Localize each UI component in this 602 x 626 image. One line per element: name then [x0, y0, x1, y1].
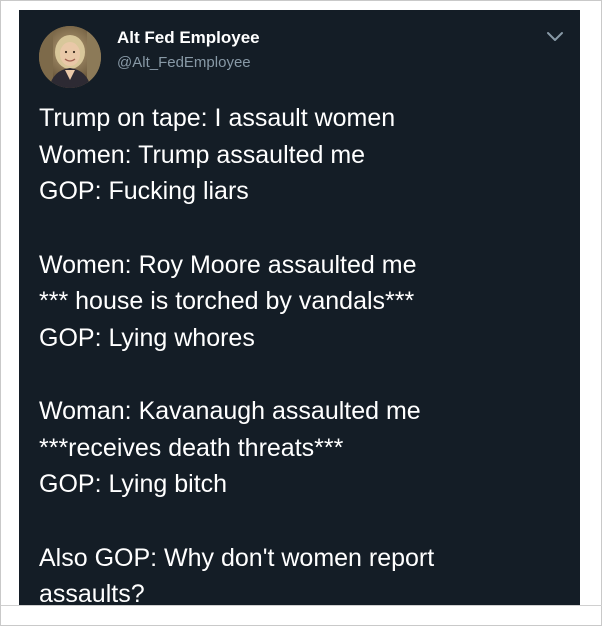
chevron-down-icon[interactable] — [545, 28, 565, 44]
tweet-text: Trump on tape: I assault women Women: Tr… — [39, 100, 569, 606]
tweet-paragraph: Woman: Kavanaugh assaulted me ***receive… — [39, 393, 569, 503]
tweet-line: assaults? — [39, 580, 145, 606]
tweet-line: Women: Trump assaulted me — [39, 140, 366, 169]
tweet-paragraph: Trump on tape: I assault women Women: Tr… — [39, 100, 569, 210]
tweet-paragraph: Women: Roy Moore assaulted me *** house … — [39, 247, 569, 357]
tweet-line: Also GOP: Why don't women report — [39, 543, 435, 572]
tweet-line: Women: Roy Moore assaulted me — [39, 250, 417, 279]
tweet-line: GOP: Lying whores — [39, 323, 255, 352]
tweet-line: ***receives death threats*** — [39, 433, 344, 462]
tweet-line: *** house is torched by vandals*** — [39, 287, 415, 315]
screenshot-frame: Alt Fed Employee @Alt_FedEmployee Trump … — [0, 0, 602, 626]
tweet-card[interactable]: Alt Fed Employee @Alt_FedEmployee Trump … — [19, 10, 580, 606]
divider — [1, 605, 602, 606]
tweet-line: GOP: Fucking liars — [39, 177, 249, 205]
author-handle[interactable]: @Alt_FedEmployee — [117, 54, 251, 71]
tweet-line: GOP: Lying bitch — [39, 470, 228, 498]
tweet-line: Woman: Kavanaugh assaulted me — [39, 397, 421, 425]
avatar[interactable] — [39, 26, 101, 88]
avatar-portrait-image — [39, 26, 101, 88]
tweet-line: Trump on tape: I assault women — [39, 104, 396, 132]
tweet-paragraph: Also GOP: Why don't women report assault… — [39, 540, 569, 607]
author-name[interactable]: Alt Fed Employee — [117, 28, 260, 48]
